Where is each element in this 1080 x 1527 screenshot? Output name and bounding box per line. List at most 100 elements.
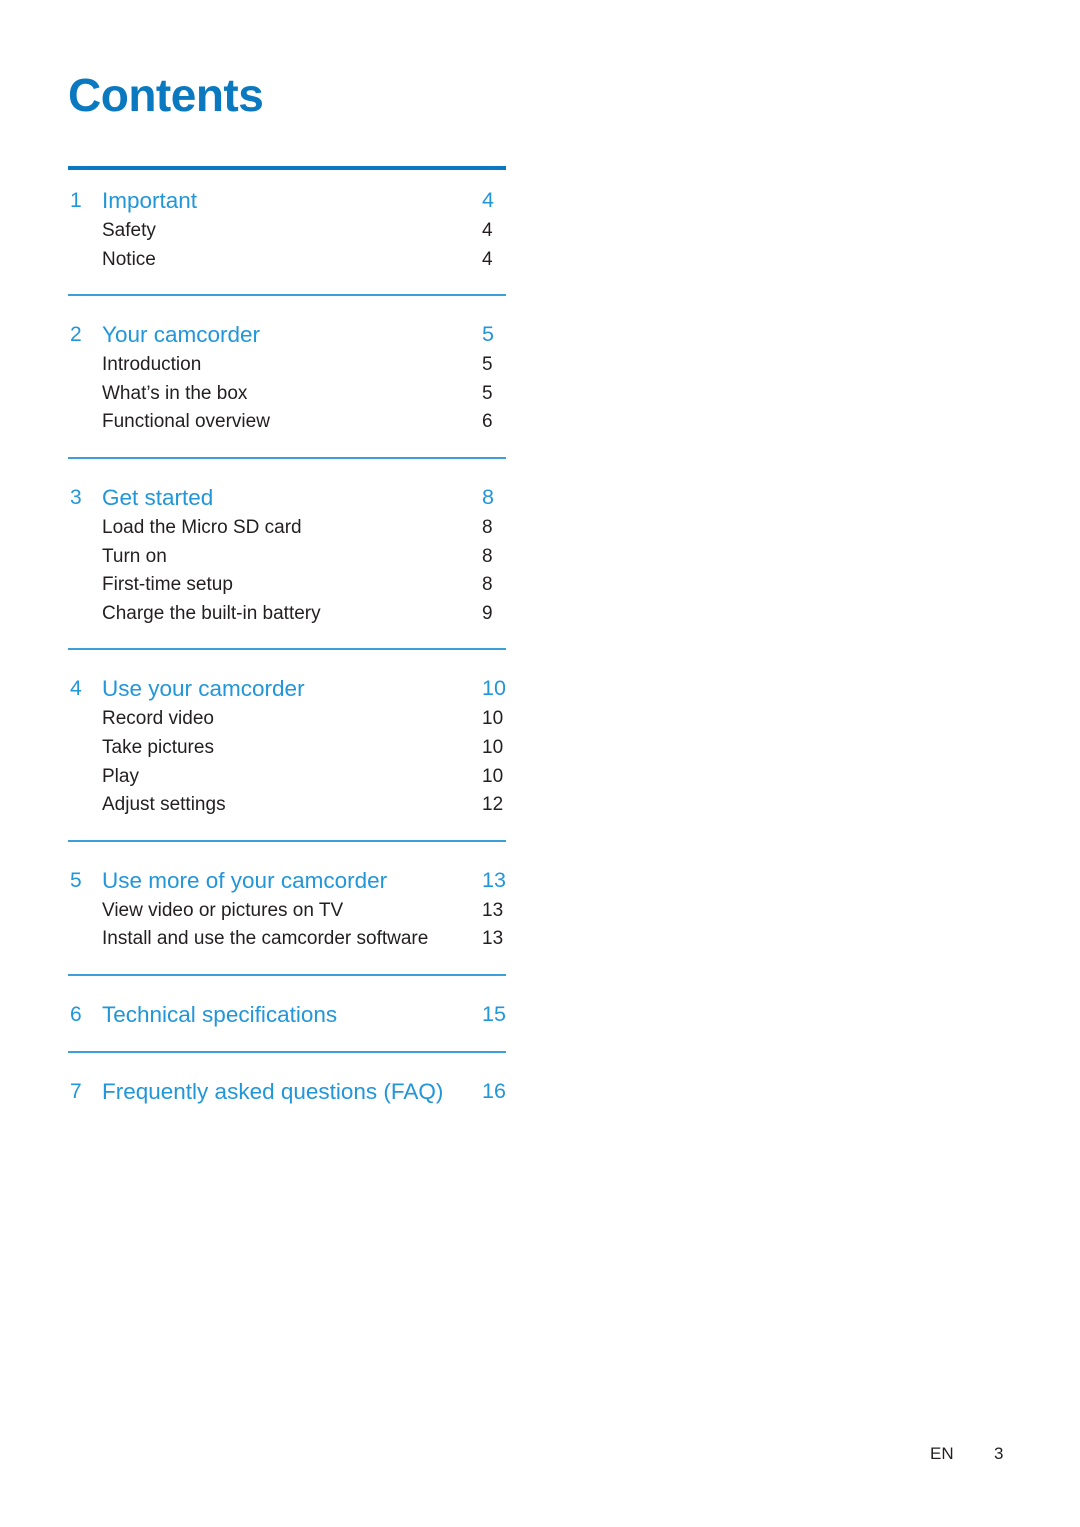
toc-entry[interactable]: Notice 4 <box>68 246 506 275</box>
toc-section-list: 1 Important 4 Safety 4 Notice 4 2 Your camcorder… <box>68 184 506 1108</box>
toc-section-spacer <box>68 628 506 648</box>
toc-section: 7 Frequently asked questions (FAQ) 16 <box>68 1075 506 1108</box>
toc-section-number: 6 <box>70 1002 82 1026</box>
toc-section-page: 13 <box>482 867 506 892</box>
toc-entry[interactable]: View video or pictures on TV 13 <box>68 897 506 926</box>
toc-section-title: Get started <box>102 484 214 510</box>
toc-section: 5 Use more of your camcorder 13 View video … <box>68 864 506 954</box>
toc-section-spacer <box>68 459 506 481</box>
toc-entry-page: 4 <box>482 220 493 241</box>
toc-section: 2 Your camcorder 5 Introduction 5 What’s in t… <box>68 318 506 437</box>
toc-entry[interactable]: Functional overview 6 <box>68 408 506 437</box>
toc-entry-page: 4 <box>482 248 493 270</box>
toc-entry[interactable]: Install and use the camcorder software 13 <box>68 925 506 954</box>
toc-entry-page: 6 <box>482 411 493 433</box>
document-page: Contents 1 Important 4 Safety 4 Notice 4 2 Your … <box>0 0 1080 1527</box>
toc-section-spacer <box>68 437 506 457</box>
toc-entry-page: 10 <box>482 765 504 787</box>
toc-entry-label: View video or pictures on TV <box>102 899 344 921</box>
toc-section-title: Use more of your camcorder <box>102 867 388 893</box>
toc-section-heading[interactable]: 3 Get started 8 <box>68 481 506 514</box>
toc-section-heading[interactable]: 6 Technical specifications 15 <box>68 998 506 1031</box>
toc-entry[interactable]: Safety 4 <box>68 217 506 246</box>
toc-entry-page: 8 <box>482 574 493 596</box>
toc-section-heading[interactable]: 7 Frequently asked questions (FAQ) 16 <box>68 1075 506 1108</box>
toc-entry[interactable]: Turn on 8 <box>68 543 506 572</box>
toc-section: 3 Get started 8 Load the Micro SD card 8 Turn… <box>68 481 506 628</box>
toc-section-spacer <box>68 1053 506 1075</box>
toc-entry[interactable]: Record video 10 <box>68 705 506 734</box>
toc-section-page: 4 <box>482 188 494 212</box>
toc-entry-page: 8 <box>482 545 493 567</box>
toc-entry[interactable]: Introduction 5 <box>68 351 506 380</box>
table-of-contents: 1 Important 4 Safety 4 Notice 4 2 Your camcorder… <box>68 166 506 1108</box>
toc-section-number: 4 <box>70 677 82 701</box>
toc-section-page: 10 <box>482 676 506 701</box>
toc-section-title: Important <box>102 188 198 213</box>
toc-section-number: 7 <box>70 1079 82 1103</box>
toc-entry-page: 8 <box>482 516 493 538</box>
toc-entry-page: 9 <box>482 602 493 624</box>
toc-section-title: Technical specifications <box>102 1001 338 1027</box>
toc-entry-page: 13 <box>482 928 504 950</box>
footer-page-number: 3 <box>994 1444 1004 1463</box>
toc-entry-page: 5 <box>482 354 493 376</box>
toc-section-number: 1 <box>70 189 82 212</box>
toc-section-number: 2 <box>70 323 82 347</box>
toc-entry-label: Record video <box>102 708 214 730</box>
toc-entry-label: Charge the built-in battery <box>102 602 321 624</box>
toc-entry[interactable]: Adjust settings 12 <box>68 791 506 820</box>
toc-entry-label: Take pictures <box>102 736 214 758</box>
toc-section-spacer <box>68 274 506 294</box>
toc-section: 4 Use your camcorder 10 Record video 10 Take … <box>68 672 506 819</box>
toc-entry[interactable]: Play 10 <box>68 763 506 792</box>
page-title: Contents <box>68 69 264 121</box>
toc-entry-label: What’s in the box <box>102 382 248 404</box>
toc-entry-label: Install and use the camcorder software <box>102 928 429 950</box>
toc-section-page: 8 <box>482 484 494 509</box>
toc-section-page: 5 <box>482 322 494 347</box>
toc-entry[interactable]: Load the Micro SD card 8 <box>68 514 506 543</box>
toc-entry[interactable]: What’s in the box 5 <box>68 380 506 409</box>
toc-section-spacer <box>68 296 506 318</box>
toc-entry-label: Functional overview <box>102 411 270 433</box>
toc-section-spacer <box>68 650 506 672</box>
toc-entry-label: Turn on <box>102 545 167 567</box>
toc-section-title: Use your camcorder <box>102 676 305 702</box>
toc-entry[interactable]: First-time setup 8 <box>68 571 506 600</box>
toc-section-title: Frequently asked questions (FAQ) <box>102 1078 444 1104</box>
toc-section-heading[interactable]: 2 Your camcorder 5 <box>68 318 506 351</box>
toc-entry-label: First-time setup <box>102 574 233 596</box>
toc-section: 1 Important 4 Safety 4 Notice 4 <box>68 184 506 274</box>
toc-section-title: Your camcorder <box>102 322 260 348</box>
toc-section-page: 16 <box>482 1078 506 1103</box>
toc-entry[interactable]: Charge the built-in battery 9 <box>68 600 506 629</box>
toc-section: 6 Technical specifications 15 <box>68 998 506 1031</box>
page-footer: EN 3 <box>930 1444 1050 1468</box>
toc-entry-label: Safety <box>102 220 156 241</box>
toc-section-spacer <box>68 820 506 840</box>
toc-entry-page: 13 <box>482 899 504 921</box>
toc-section-spacer <box>68 954 506 974</box>
toc-entry-label: Load the Micro SD card <box>102 516 302 538</box>
toc-section-number: 5 <box>70 868 82 892</box>
toc-section-heading[interactable]: 4 Use your camcorder 10 <box>68 672 506 705</box>
toc-top-rule <box>68 166 506 170</box>
toc-section-spacer <box>68 842 506 864</box>
toc-entry-page: 10 <box>482 708 504 730</box>
toc-entry-page: 12 <box>482 794 504 816</box>
toc-entry-label: Adjust settings <box>102 794 226 816</box>
toc-entry-page: 5 <box>482 382 493 404</box>
toc-section-heading[interactable]: 5 Use more of your camcorder 13 <box>68 864 506 897</box>
toc-section-page: 15 <box>482 1001 506 1026</box>
toc-entry-label: Notice <box>102 248 156 270</box>
toc-entry-label: Play <box>102 765 139 787</box>
footer-language: EN <box>930 1444 954 1463</box>
toc-entry-page: 10 <box>482 736 504 758</box>
toc-entry-label: Introduction <box>102 354 202 376</box>
toc-section-number: 3 <box>70 485 82 509</box>
toc-section-spacer <box>68 1031 506 1051</box>
toc-section-spacer <box>68 976 506 998</box>
toc-section-heading[interactable]: 1 Important 4 <box>68 184 506 217</box>
toc-entry[interactable]: Take pictures 10 <box>68 734 506 763</box>
